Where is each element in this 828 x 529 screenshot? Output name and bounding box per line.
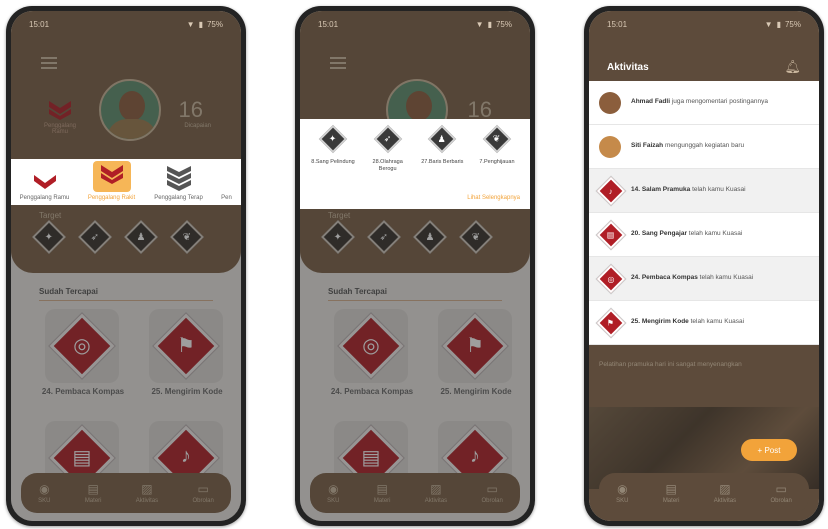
status-time: 15:01 [607, 19, 628, 29]
battery-level: 75% [206, 19, 223, 29]
wifi-icon: ▼ [764, 19, 773, 29]
activity-title: Aktivitas [607, 61, 649, 73]
status-time: 15:01 [318, 19, 339, 29]
rank-label: Penggalang Rakit [87, 195, 136, 201]
rank-label: Penggalang Ramu [19, 195, 70, 201]
phone-mockup-1: 15:01 ▼ ▮ 75% Penggalang Ramu 16 Dicapaian… [6, 6, 246, 526]
activity-text: telah kamu Kuasai [697, 274, 754, 282]
screen-sku: 15:01 ▼ ▮ 75% Penggalang Ramu 16 Dicapaian… [11, 11, 241, 521]
status-time: 15:01 [29, 19, 50, 29]
phone-mockup-2: 15:01 ▼ ▮ 75% 16 Target ✦ ➶ ♟ ❦ Sudah Terc… [295, 6, 535, 526]
target-popup: ✦ 8.Sang Pelindung ➶ 28.Olahraga Berogu ♟ 2… [300, 119, 530, 209]
chevron-icon [33, 175, 56, 189]
activity-item[interactable]: Ahmad Fadli juga mengomentari postingann… [589, 81, 819, 125]
rank-item-selected[interactable]: Penggalang Rakit [83, 161, 141, 201]
wifi-icon: ▼ [186, 19, 195, 29]
activity-item[interactable]: ▤ 20. Sang Pengajar telah kamu Kuasai [589, 213, 819, 257]
popup-target-item[interactable]: ♟ 27.Baris Berbaris [419, 124, 465, 172]
runner-icon: ➶ [383, 133, 392, 144]
rank-label: Pen [221, 195, 232, 201]
activity-item[interactable]: ⚑ 25. Mengirim Kode telah kamu Kuasai [589, 301, 819, 345]
badge-icon: ♪ [596, 176, 626, 205]
rank-item[interactable]: Penggalang Ramu [16, 172, 74, 201]
activity-subject: 20. Sang Pengajar [631, 230, 687, 238]
activity-text: telah kamu Kuasai [687, 230, 743, 238]
badge-icon: ▤ [596, 220, 626, 249]
battery-level: 75% [495, 19, 512, 29]
activity-item[interactable]: ◎ 24. Pembaca Kompas telah kamu Kuasai [589, 257, 819, 301]
bell-icon[interactable]: 🔔︎ [784, 59, 801, 75]
badge-icon: ◎ [596, 264, 626, 293]
phone-mockup-3: 15:01 ▼ ▮ 75% Aktivitas 🔔︎ Pelatihan pramu… [584, 6, 824, 526]
popup-item-label: 27.Baris Berbaris [421, 159, 464, 165]
activity-text: juga mengomentari postingannya [670, 98, 768, 106]
wifi-icon: ▼ [475, 19, 484, 29]
activity-list: Ahmad Fadli juga mengomentari postingann… [589, 81, 819, 345]
status-bar: 15:01 ▼ ▮ 75% [300, 11, 530, 37]
activity-subject: 14. Salam Pramuka [631, 186, 691, 194]
activity-subject: 24. Pembaca Kompas [631, 274, 698, 282]
dim-overlay [11, 11, 241, 521]
status-bar: 15:01 ▼ ▮ 75% [11, 11, 241, 37]
activity-item[interactable]: Siti Faizah mengunggah kegiatan baru [589, 125, 819, 169]
dim-overlay [300, 11, 530, 521]
activity-text: telah kamu Kuasai [690, 186, 746, 194]
status-bar: 15:01 ▼ ▮ 75% [589, 11, 819, 37]
popup-item-label: 28.Olahraga Berogu [372, 159, 403, 172]
popup-item-label: 7.Penghijauan [479, 159, 515, 165]
plant-icon: ❦ [493, 133, 501, 144]
activity-subject: Ahmad Fadli [631, 98, 671, 106]
screen-sku-target: 15:01 ▼ ▮ 75% 16 Target ✦ ➶ ♟ ❦ Sudah Terc… [300, 11, 530, 521]
activity-subject: Siti Faizah [631, 142, 664, 150]
post-button-label: Post [764, 445, 781, 455]
post-button[interactable]: + Post [741, 439, 797, 461]
triple-chevron-icon [166, 166, 191, 191]
signal-icon: ▮ [198, 19, 203, 29]
plus-icon: + [757, 445, 765, 455]
popup-target-item[interactable]: ❦ 7.Penghijauan [474, 124, 520, 172]
rank-item[interactable]: Penggalang Terap [150, 164, 208, 201]
avatar [599, 135, 621, 158]
activity-text: mengunggah kegiatan baru [663, 142, 745, 150]
activity-text: telah kamu Kuasai [688, 318, 745, 326]
shield-icon: ✦ [329, 133, 337, 144]
badge-icon: ⚑ [596, 308, 626, 337]
activity-item[interactable]: ♪ 14. Salam Pramuka telah kamu Kuasai [589, 169, 819, 213]
rank-label: Penggalang Terap [154, 195, 203, 201]
double-chevron-icon [100, 165, 123, 184]
see-more-link[interactable]: Lihat Selengkapnya [467, 195, 520, 201]
battery-level: 75% [784, 19, 801, 29]
popup-target-item[interactable]: ➶ 28.Olahraga Berogu [365, 124, 411, 172]
people-icon: ♟ [438, 133, 447, 144]
activity-subject: 25. Mengirim Kode [631, 318, 689, 326]
rank-selector: Penggalang Ramu Penggalang Rakit Penggal… [11, 159, 241, 205]
popup-item-label: 8.Sang Pelindung [311, 159, 355, 165]
screen-activity: 15:01 ▼ ▮ 75% Aktivitas 🔔︎ Pelatihan pramu… [589, 11, 819, 521]
signal-icon: ▮ [776, 19, 781, 29]
rank-item[interactable]: Pen [217, 192, 237, 201]
signal-icon: ▮ [487, 19, 492, 29]
popup-target-item[interactable]: ✦ 8.Sang Pelindung [310, 124, 356, 172]
avatar [599, 91, 621, 114]
